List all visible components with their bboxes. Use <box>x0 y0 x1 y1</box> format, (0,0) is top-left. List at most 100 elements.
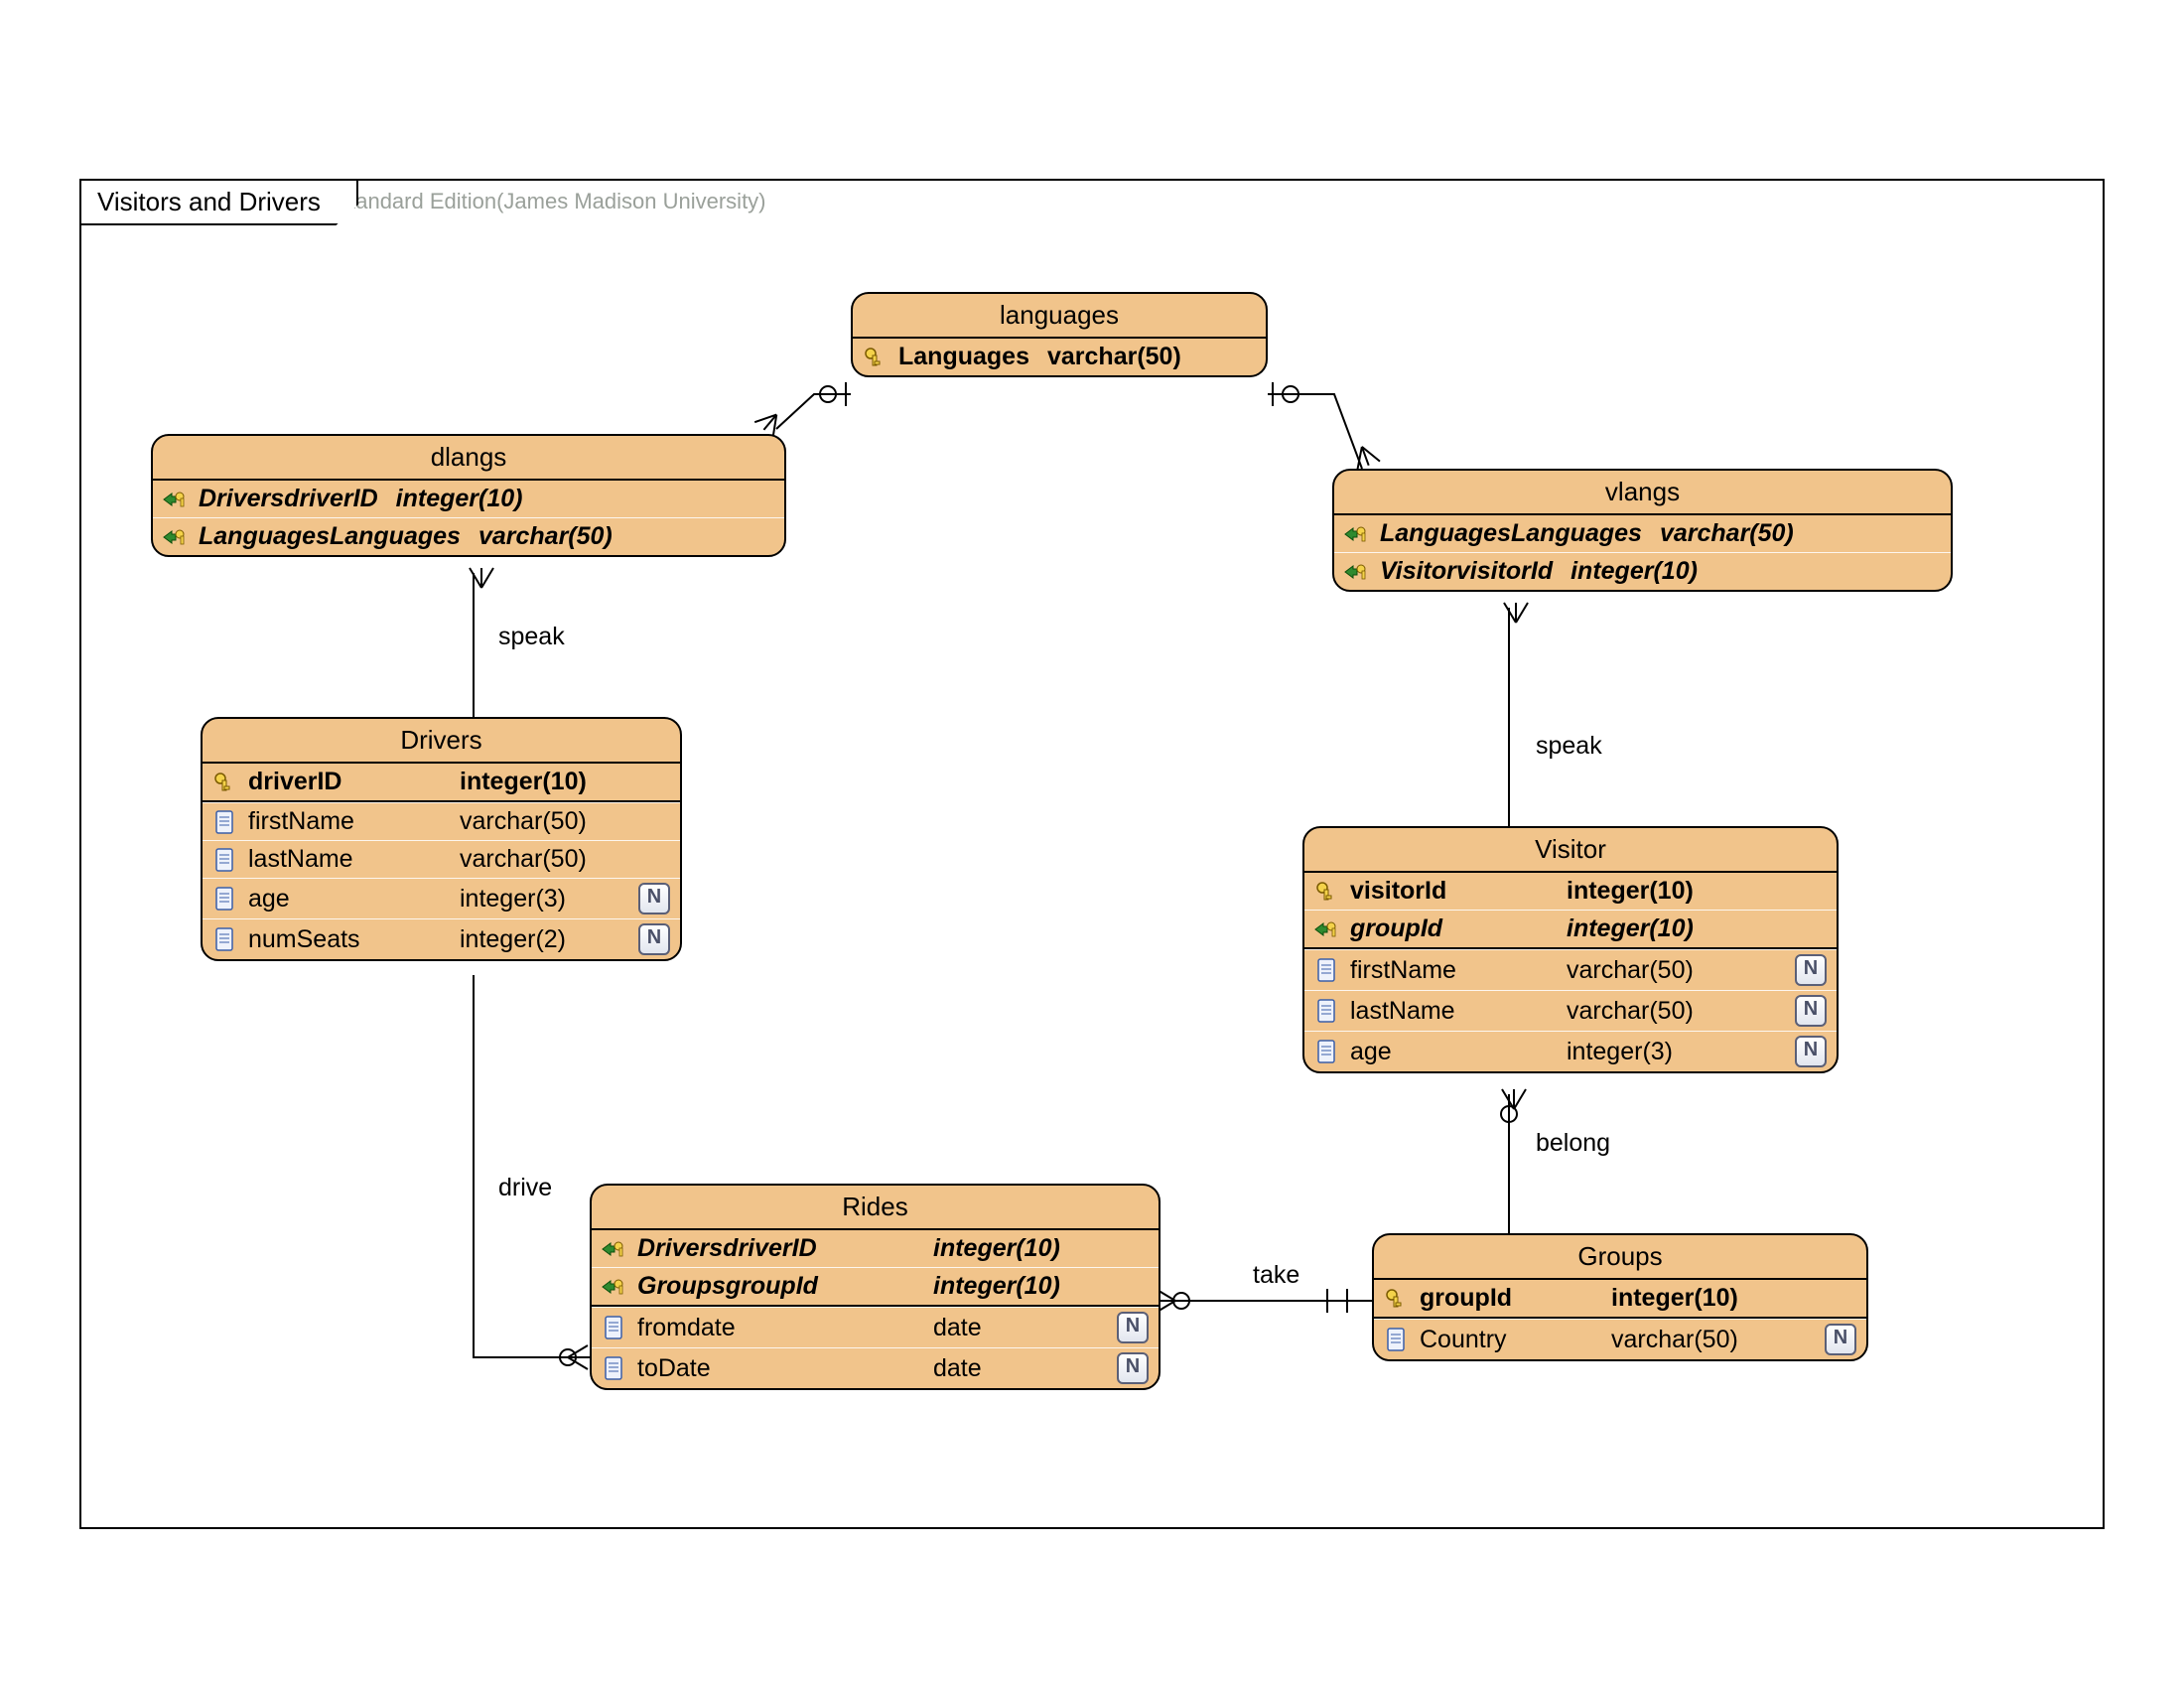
column-icon <box>210 846 238 874</box>
column-name: age <box>1350 1038 1549 1066</box>
frame-title: Visitors and Drivers <box>97 187 321 216</box>
column-name: lastName <box>1350 997 1549 1026</box>
column-row[interactable]: LanguagesLanguages varchar(50) <box>153 517 784 555</box>
column-type: integer(3) <box>1567 1038 1673 1066</box>
column-row[interactable]: Countryvarchar(50)N <box>1374 1319 1866 1359</box>
entity-rows: Languages varchar(50) <box>853 339 1266 375</box>
diagram-frame: Visual Paradigm for UML Standard Edition… <box>79 179 2105 1529</box>
column-type: varchar(50) <box>460 845 587 874</box>
rel-label-take: take <box>1253 1261 1299 1290</box>
column-type: varchar(50) <box>478 522 613 551</box>
entity-title: Visitor <box>1304 828 1837 873</box>
rel-label-speak-2: speak <box>1536 732 1602 761</box>
column-type: integer(10) <box>1570 557 1698 586</box>
entity-title: dlangs <box>153 436 784 481</box>
nullable-badge: N <box>1795 1036 1827 1067</box>
column-type: integer(10) <box>1567 914 1694 943</box>
entity-title: Rides <box>592 1186 1159 1230</box>
entity-groups[interactable]: Groups groupId integer(10) Countryvarchar(… <box>1372 1233 1868 1361</box>
entity-title: Groups <box>1374 1235 1866 1280</box>
column-icon <box>210 885 238 913</box>
primary-key-icon <box>1382 1285 1410 1313</box>
column-row[interactable]: GroupsgroupId integer(10) <box>592 1267 1159 1305</box>
column-type: varchar(50) <box>1567 997 1694 1026</box>
nullable-badge: N <box>638 923 670 955</box>
foreign-key-icon <box>1312 915 1340 943</box>
nullable-badge: N <box>1795 995 1827 1027</box>
entity-title: Drivers <box>203 719 680 764</box>
column-type: integer(3) <box>460 885 566 914</box>
column-type: integer(10) <box>396 485 523 513</box>
column-name: numSeats <box>248 925 442 954</box>
primary-key-icon <box>1312 878 1340 906</box>
column-type: integer(2) <box>460 925 566 954</box>
column-icon <box>1382 1326 1410 1353</box>
column-row[interactable]: numSeats integer(2) N <box>203 918 680 959</box>
column-row[interactable]: groupIdinteger(10) <box>1304 910 1837 947</box>
column-type: date <box>933 1354 982 1383</box>
entity-rows: DriversdriverIDinteger(10)LanguagesLangu… <box>153 481 784 555</box>
column-row[interactable]: toDatedateN <box>592 1347 1159 1388</box>
column-row[interactable]: DriversdriverID integer(10) <box>592 1230 1159 1267</box>
column-type: varchar(50) <box>460 807 587 836</box>
column-row[interactable]: groupId integer(10) <box>1374 1280 1866 1317</box>
column-row[interactable]: driverID integer(10) <box>203 764 680 800</box>
column-icon <box>1312 956 1340 984</box>
entity-languages[interactable]: languages Languages varchar(50) <box>851 292 1268 377</box>
column-name: Languages <box>898 343 1029 371</box>
rel-label-belong: belong <box>1536 1129 1610 1158</box>
frame-title-tab: Visitors and Drivers <box>79 179 358 225</box>
entity-rides[interactable]: Rides DriversdriverIDinteger(10)Groupsgr… <box>590 1184 1160 1390</box>
column-row[interactable]: lastName varchar(50) N <box>1304 990 1837 1031</box>
column-type: varchar(50) <box>1567 956 1694 985</box>
column-name: DriversdriverID <box>637 1234 915 1263</box>
column-row[interactable]: firstNamevarchar(50)N <box>1304 949 1837 990</box>
column-type: integer(10) <box>933 1272 1060 1301</box>
nullable-badge: N <box>1795 954 1827 986</box>
foreign-key-icon <box>600 1235 627 1263</box>
column-name: LanguagesLanguages <box>199 522 461 551</box>
entity-dlangs[interactable]: dlangs DriversdriverIDinteger(10)Languag… <box>151 434 786 557</box>
column-row[interactable]: firstName varchar(50) <box>203 802 680 840</box>
column-icon <box>1312 997 1340 1025</box>
column-row[interactable]: LanguagesLanguagesvarchar(50) <box>1334 515 1951 552</box>
column-name: fromdate <box>637 1314 915 1342</box>
entity-title: languages <box>853 294 1266 339</box>
column-name: visitorId <box>1350 877 1549 906</box>
column-row[interactable]: Languages varchar(50) <box>853 339 1266 375</box>
entity-vlangs[interactable]: vlangs LanguagesLanguagesvarchar(50)Visi… <box>1332 469 1953 592</box>
entity-visitor[interactable]: Visitor visitorIdinteger(10)groupIdinteg… <box>1302 826 1839 1073</box>
column-type: varchar(50) <box>1660 519 1794 548</box>
column-type: integer(10) <box>1611 1284 1738 1313</box>
column-type: integer(10) <box>933 1234 1060 1263</box>
column-type: varchar(50) <box>1047 343 1181 371</box>
foreign-key-icon <box>161 523 189 551</box>
column-name: driverID <box>248 768 442 796</box>
column-icon <box>210 808 238 836</box>
entity-title: vlangs <box>1334 471 1951 515</box>
column-name: firstName <box>248 807 442 836</box>
column-name: groupId <box>1420 1284 1593 1313</box>
column-row[interactable]: VisitorvisitorId integer(10) <box>1334 552 1951 590</box>
foreign-key-icon <box>1342 520 1370 548</box>
column-row[interactable]: DriversdriverIDinteger(10) <box>153 481 784 517</box>
column-row[interactable]: ageinteger(3)N <box>203 878 680 918</box>
column-name: VisitorvisitorId <box>1380 557 1553 586</box>
column-name: lastName <box>248 845 442 874</box>
column-icon <box>600 1314 627 1341</box>
rel-label-speak-1: speak <box>498 623 565 651</box>
column-name: toDate <box>637 1354 915 1383</box>
entity-rows: visitorIdinteger(10)groupIdinteger(10)fi… <box>1304 873 1837 1071</box>
column-icon <box>210 925 238 953</box>
column-icon <box>600 1354 627 1382</box>
primary-key-icon <box>861 344 888 371</box>
column-type: varchar(50) <box>1611 1326 1738 1354</box>
column-type: integer(10) <box>460 768 587 796</box>
column-row[interactable]: age integer(3) N <box>1304 1031 1837 1071</box>
entity-drivers[interactable]: Drivers driverID integer(10) firstName varc… <box>201 717 682 961</box>
column-row[interactable]: lastName varchar(50) <box>203 840 680 878</box>
column-row[interactable]: visitorIdinteger(10) <box>1304 873 1837 910</box>
column-name: GroupsgroupId <box>637 1272 915 1301</box>
column-row[interactable]: fromdatedateN <box>592 1307 1159 1347</box>
entity-rows: DriversdriverID integer(10) GroupsgroupId i… <box>592 1230 1159 1388</box>
